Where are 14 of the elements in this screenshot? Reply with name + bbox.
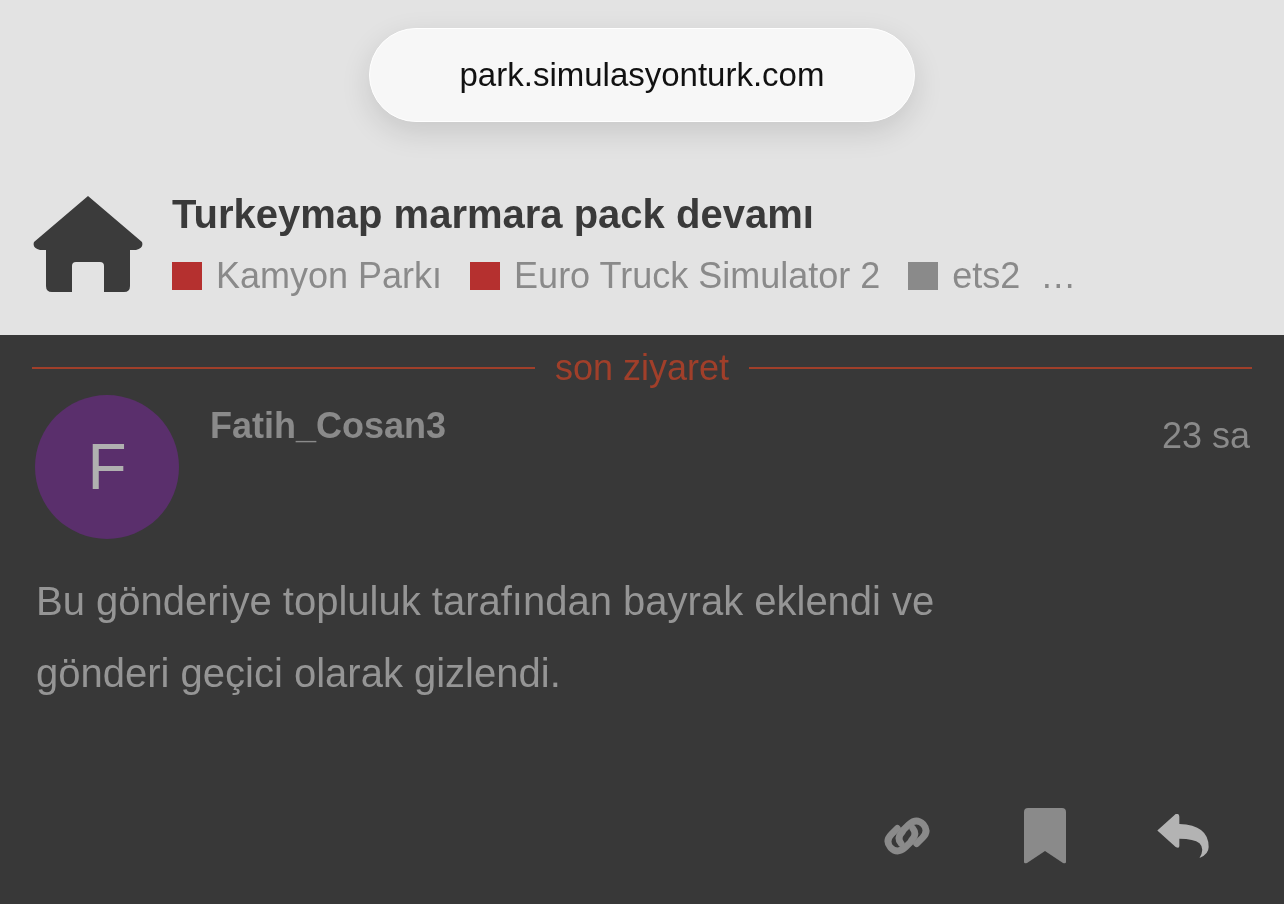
post-body: Bu gönderiye topluluk tarafından bayrak eklendi ve gönderi geçici olarak gizlendi. [36,578,936,697]
bookmark-icon[interactable] [1024,808,1066,864]
avatar[interactable]: F [35,395,179,539]
address-bar[interactable]: park.simulasyonturk.com [369,28,915,122]
category-link[interactable]: ets2 [908,255,1021,297]
divider-label: son ziyaret [554,347,730,389]
more-tags[interactable]: … [1040,255,1077,297]
author-name[interactable]: Fatih_Cosan3 [210,405,447,447]
post-time: 23 sa [1161,415,1250,457]
category-link[interactable]: Kamyon Parkı [172,255,443,297]
category-link[interactable]: Euro Truck Simulator 2 [470,255,881,297]
topic-title: Turkeymap marmara pack devamı [172,192,815,237]
reply-icon[interactable] [1156,814,1210,858]
home-icon[interactable] [32,194,144,294]
